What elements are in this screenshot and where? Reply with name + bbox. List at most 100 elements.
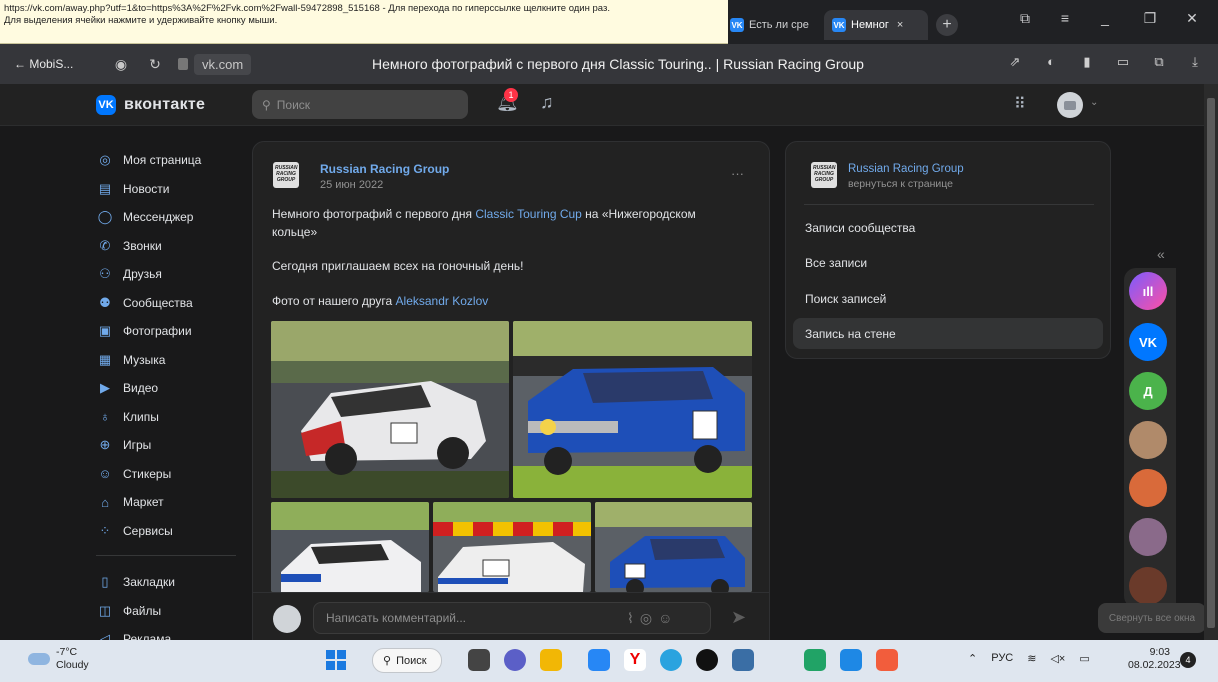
tab-actions-icon[interactable]: ⧉ [1005,10,1045,27]
menu-item-clips[interactable]: ♁ Клипы [96,403,246,432]
menu-item-market[interactable]: ⌂ Маркет [96,488,246,517]
menu-item-photos[interactable]: ▣ Фотографии [96,317,246,346]
chevron-up-icon[interactable]: ⌃ [968,652,977,665]
group-logo[interactable]: RUSSIAN RACING GROUP [811,162,837,188]
shield-icon[interactable]: ◉ [104,56,138,73]
download-icon[interactable]: ⤓ [1182,54,1208,70]
chat-avatar-d[interactable]: Д [1129,372,1167,410]
close-window-icon[interactable]: ✕ [1172,10,1212,27]
close-tab-icon[interactable]: × [897,19,903,31]
vk-app-icon[interactable] [588,649,610,671]
photo-white-car[interactable] [271,321,509,498]
menu-item-services[interactable]: ⁘ Сервисы [96,517,246,546]
page-scrollbar[interactable] [1204,84,1218,640]
menu-icon[interactable]: ≡ [1045,10,1085,26]
collapse-icon[interactable]: « [1157,246,1165,262]
menu-item-files[interactable]: ◫ Файлы [96,597,246,626]
app-icon[interactable] [876,649,898,671]
task-view-icon[interactable] [468,649,490,671]
search-input[interactable]: ⚲ Поиск [252,90,468,119]
security-icon[interactable] [732,649,754,671]
notifications-button[interactable]: 🔔︎ 1 [496,88,519,113]
taskbar-search[interactable]: ⚲ Поиск [372,648,442,673]
weather-widget[interactable]: -7°C Cloudy [28,646,89,672]
menu-item-games[interactable]: ⊕ Игры [96,431,246,460]
docs-icon[interactable] [840,649,862,671]
vk-logo[interactable]: VK вконтакте [96,95,205,115]
battery-icon[interactable]: ▭ [1110,54,1136,70]
bookmark-icon[interactable]: ▮ [1074,54,1100,70]
classic-touring-link[interactable]: Classic Touring Cup [475,207,582,221]
attach-icon[interactable]: ⌇ [627,610,640,626]
vk-messenger-icon[interactable]: VK [1129,323,1167,361]
back-button[interactable]: ← MobiS... [14,57,104,71]
volume-icon[interactable]: ◁× [1050,652,1065,665]
send-icon[interactable]: ➤ [731,607,746,628]
menu-item-stickers[interactable]: ☺ Стикеры [96,460,246,489]
excel-icon[interactable] [804,649,826,671]
minimize-icon[interactable]: _ [1085,10,1125,26]
tiktok-icon[interactable] [696,649,718,671]
nav-search-posts[interactable]: Поиск записей [793,283,1103,314]
group-name-link[interactable]: Russian Racing Group [848,163,964,175]
menu-item-friends[interactable]: ⚇ Друзья [96,260,246,289]
chat-avatar[interactable] [1129,518,1167,556]
chat-avatar[interactable] [1129,421,1167,459]
vk-music-icon[interactable]: ıll [1129,272,1167,310]
nav-wall-post[interactable]: Запись на стене [793,318,1103,349]
telegram-icon[interactable] [660,649,682,671]
nav-all-posts[interactable]: Все записи [793,247,1103,278]
menu-item-news[interactable]: ▤ Новости [96,175,246,204]
windows-start-icon[interactable] [326,650,346,670]
chevron-down-icon[interactable]: ⌄ [1090,97,1098,108]
chat-avatar[interactable] [1129,567,1167,605]
share-icon[interactable]: ⇗ [1002,54,1028,70]
menu-item-messenger[interactable]: ◯ Мессенджер [96,203,246,232]
chat-avatar[interactable] [1129,469,1167,507]
menu-item-my-page[interactable]: ◎ Моя страница [96,146,246,175]
collections-icon[interactable]: ⧉ [1146,54,1172,70]
clock[interactable]: 9:03 08.02.2023 [1128,646,1181,672]
photo-white-car-2[interactable] [271,502,429,592]
group-logo[interactable]: RUSSIAN RACING GROUP [273,162,299,188]
menu-item-calls[interactable]: ✆ Звонки [96,232,246,261]
more-icon[interactable]: ··· [731,166,744,181]
battery-icon[interactable]: ▭ [1079,652,1089,665]
scrollbar-thumb[interactable] [1207,98,1215,628]
tab-is-there[interactable]: VK Есть ли сре [728,10,820,40]
language-indicator[interactable]: РУС [991,652,1013,665]
camera-icon[interactable]: ◎ [640,610,658,626]
user-avatar[interactable] [1057,92,1083,118]
photo-blue-car-15[interactable] [595,502,752,592]
post-date[interactable]: 25 июн 2022 [320,179,383,191]
photo-blue-lada[interactable] [513,321,752,498]
new-tab-button[interactable]: + [936,14,958,36]
menu-item-label: Друзья [123,267,162,282]
extension-icon[interactable]: ◐ [1038,54,1064,70]
explorer-icon[interactable] [540,649,562,671]
minimize-all-hint[interactable]: Свернуть все окна [1098,603,1206,633]
emoji-icon[interactable]: ☺ [658,610,678,626]
back-to-page-link[interactable]: вернуться к странице [848,178,953,190]
menu-item-label: Новости [123,181,170,196]
photo-white-car-18[interactable] [433,502,591,592]
menu-item-bookmarks[interactable]: ▯ Закладки [96,568,246,597]
author-link[interactable]: Aleksandr Kozlov [396,294,489,308]
nav-community-posts[interactable]: Записи сообщества [793,212,1103,243]
menu-item-music[interactable]: ▦ Музыка [96,346,246,375]
tab-active[interactable]: VK Немног × [824,10,928,40]
yandex-icon[interactable]: Y [624,649,646,671]
tooltip-line-2: Для выделения ячейки нажмите и удерживай… [4,15,278,26]
reload-icon[interactable]: ↻ [138,56,172,73]
lock-icon[interactable] [178,58,188,70]
url-host[interactable]: vk.com [194,53,252,75]
wifi-icon[interactable]: ≋ [1027,652,1036,665]
apps-grid-icon[interactable]: ⠿ [1014,94,1026,114]
menu-item-video[interactable]: ▶ Видео [96,374,246,403]
menu-item-groups[interactable]: ⚉ Сообщества [96,289,246,318]
notification-center-icon[interactable]: 4 [1180,652,1196,668]
maximize-icon[interactable]: ❐ [1130,10,1170,27]
teams-icon[interactable] [504,649,526,671]
music-icon[interactable]: ♫ [540,92,554,113]
post-author[interactable]: Russian Racing Group [320,162,449,176]
